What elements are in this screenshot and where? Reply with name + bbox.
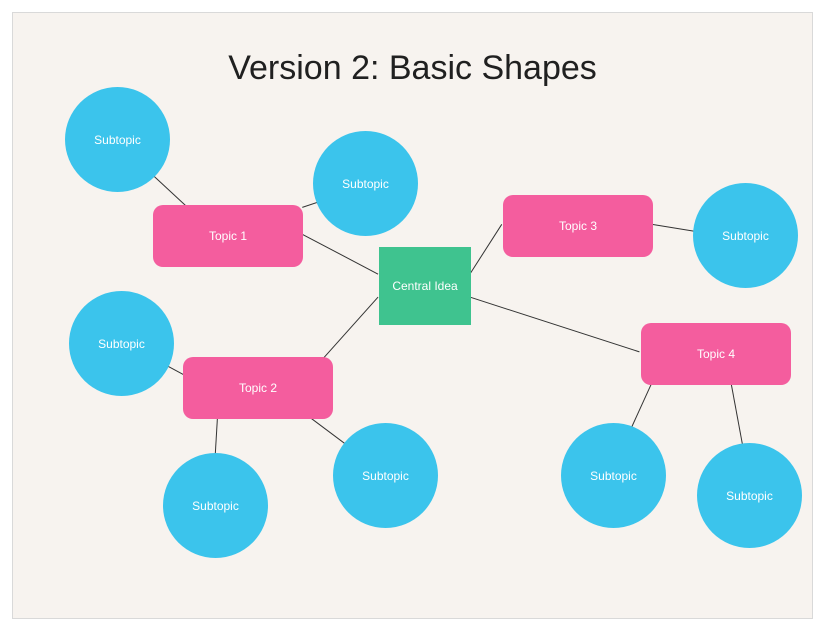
subtopic-6-node[interactable]: Subtopic bbox=[333, 423, 438, 528]
subtopic-8-node[interactable]: Subtopic bbox=[697, 443, 802, 548]
subtopic-1-node[interactable]: Subtopic bbox=[65, 87, 170, 192]
subtopic-2-node[interactable]: Subtopic bbox=[313, 131, 418, 236]
topic-4-node[interactable]: Topic 4 bbox=[641, 323, 791, 385]
diagram-canvas: Version 2: Basic Shapes Central Idea Top… bbox=[12, 12, 813, 619]
subtopic-7-node[interactable]: Subtopic bbox=[561, 423, 666, 528]
subtopic-5-node[interactable]: Subtopic bbox=[163, 453, 268, 558]
central-idea-node[interactable]: Central Idea bbox=[379, 247, 471, 325]
diagram-title: Version 2: Basic Shapes bbox=[13, 49, 812, 88]
topic-2-node[interactable]: Topic 2 bbox=[183, 357, 333, 419]
subtopic-3-node[interactable]: Subtopic bbox=[693, 183, 798, 288]
topic-1-node[interactable]: Topic 1 bbox=[153, 205, 303, 267]
topic-3-node[interactable]: Topic 3 bbox=[503, 195, 653, 257]
subtopic-4-node[interactable]: Subtopic bbox=[69, 291, 174, 396]
